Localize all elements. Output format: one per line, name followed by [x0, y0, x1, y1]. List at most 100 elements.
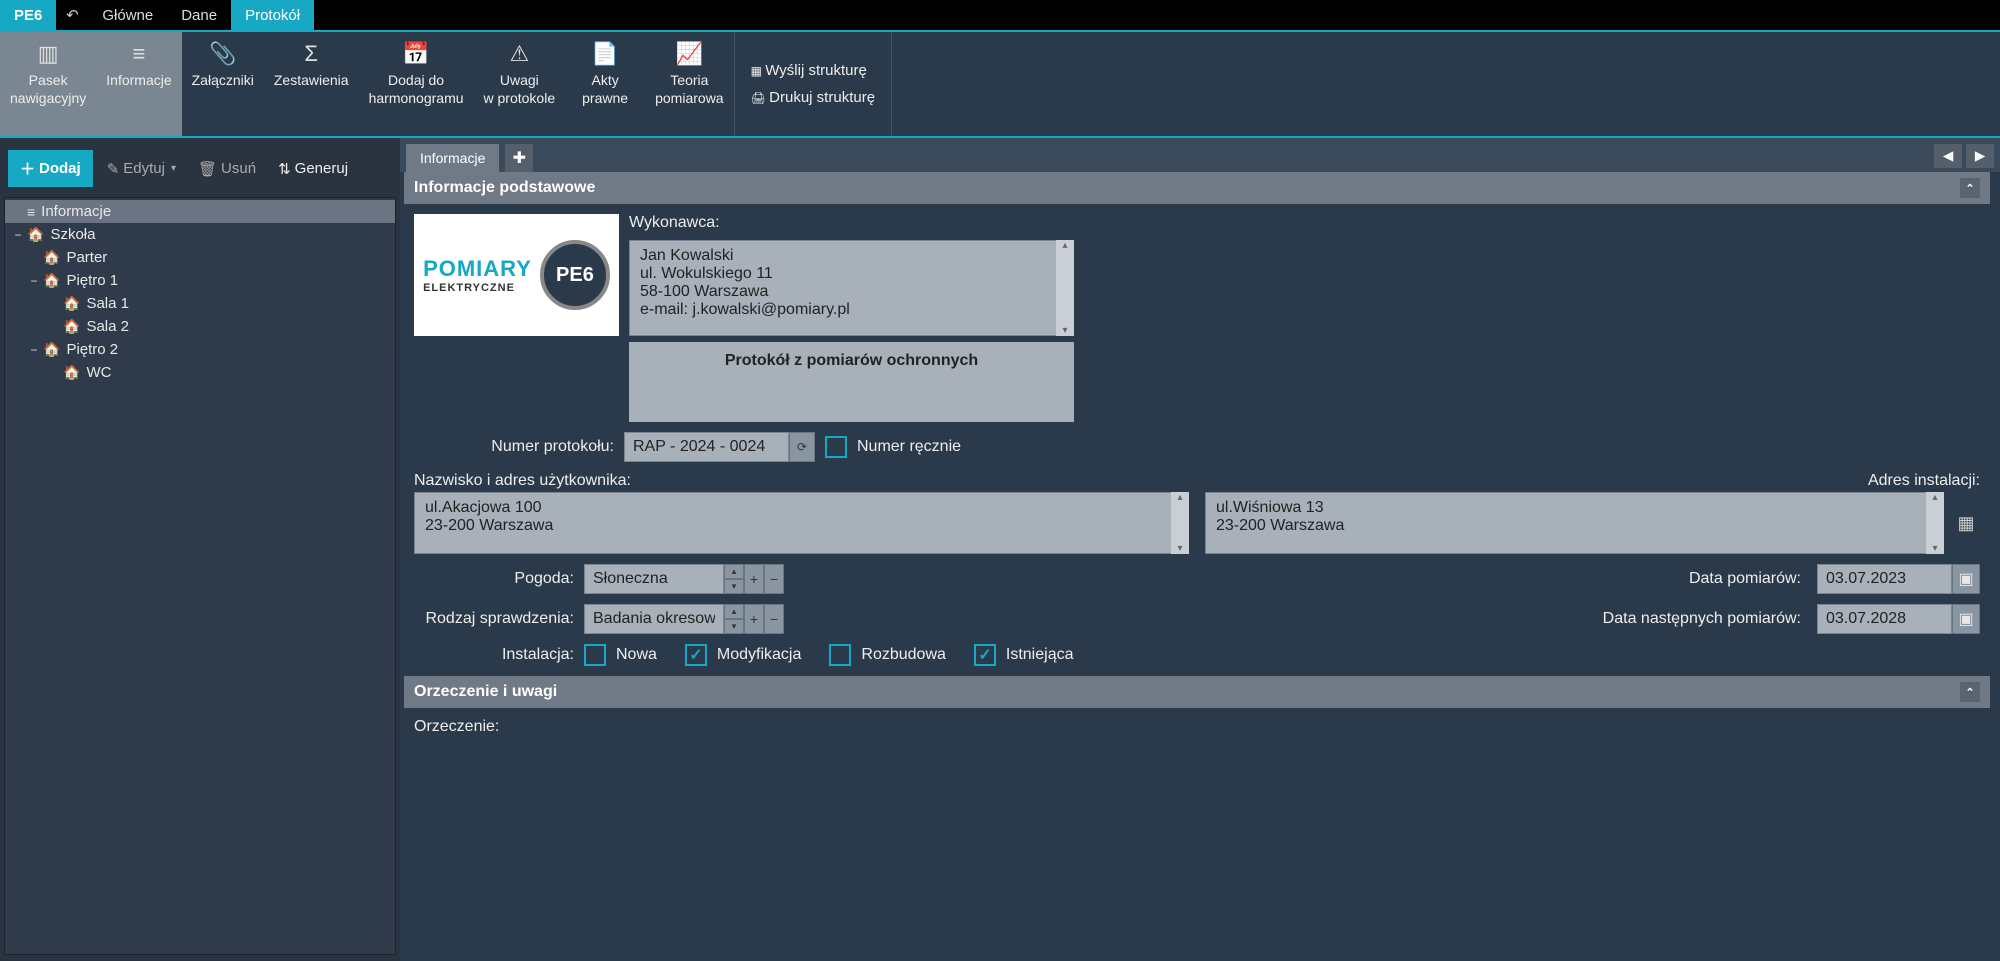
ribbon-summaries[interactable]: Σ Zestawienia	[264, 32, 359, 136]
tree-node-info[interactable]: ≡ Informacje	[5, 200, 395, 223]
ribbon-legal[interactable]: 📄 Akty prawne	[565, 32, 645, 136]
next-date-label: Data następnych pomiarów:	[794, 610, 1801, 628]
sigma-icon: Σ	[304, 40, 318, 68]
ribbon-send-structure[interactable]: Wyślij strukturę	[751, 62, 875, 79]
next-date-input[interactable]	[1817, 604, 1952, 634]
menu-data[interactable]: Dane	[167, 0, 231, 30]
dropdown-up[interactable]: ▴	[724, 564, 744, 579]
weather-select[interactable]	[584, 564, 724, 594]
scrollbar[interactable]: ▴▾	[1056, 240, 1074, 336]
tree-label: WC	[86, 364, 111, 381]
ribbon-notes[interactable]: ⚠ Uwagi w protokole	[474, 32, 566, 136]
dropdown-up[interactable]: ▴	[724, 604, 744, 619]
dropdown-down[interactable]: ▾	[724, 619, 744, 634]
check-type-label: Rodzaj sprawdzenia:	[414, 610, 574, 628]
weather-label: Pogoda:	[414, 570, 574, 588]
tree-label: Szkoła	[50, 226, 95, 243]
install-addr-textarea[interactable]: ul.Wiśniowa 13 23-200 Warszawa	[1205, 492, 1944, 554]
logo-line1: POMIARY	[423, 256, 532, 282]
collapse-button[interactable]: ⌃	[1960, 178, 1980, 198]
ribbon-summaries-label: Zestawienia	[274, 72, 349, 90]
ribbon-theory[interactable]: 📈 Teoria pomiarowa	[645, 32, 733, 136]
grid-button[interactable]: ▦	[1952, 492, 1980, 554]
install-addr-label: Adres instalacji:	[1205, 472, 1980, 490]
checktype-plus[interactable]: +	[744, 604, 764, 634]
weather-minus[interactable]: −	[764, 564, 784, 594]
home-icon: 🏠	[43, 249, 60, 266]
paperclip-icon: 📎	[209, 40, 236, 68]
list-icon: ≡	[133, 40, 146, 68]
delete-button[interactable]: 🗑 Usuń	[190, 156, 264, 182]
tab-prev[interactable]: ◀	[1934, 144, 1962, 168]
checktype-minus[interactable]: −	[764, 604, 784, 634]
tree-label: Informacje	[41, 203, 111, 220]
menu-protocol[interactable]: Protokół	[231, 0, 314, 30]
ribbon-theory-label: Teoria pomiarowa	[655, 72, 723, 107]
list-icon: ≡	[27, 204, 35, 220]
tree-node-room2[interactable]: 🏠Sala 2	[5, 315, 395, 338]
warning-icon: ⚠	[509, 40, 529, 68]
contractor-label: Wykonawca:	[629, 214, 1074, 232]
tree-node-parter[interactable]: 🏠Parter	[5, 246, 395, 269]
tree-label: Sala 1	[86, 295, 129, 312]
tab-add[interactable]: ✚	[505, 144, 533, 172]
tree-node-floor2[interactable]: −🏠Piętro 2	[5, 338, 395, 361]
manual-no-checkbox[interactable]	[825, 436, 847, 458]
section-basic-info-header: Informacje podstawowe ⌃	[404, 172, 1990, 204]
calendar-button[interactable]: ▣	[1952, 604, 1980, 634]
inst-new-checkbox[interactable]	[584, 644, 606, 666]
app-logo: PE6	[0, 0, 56, 30]
ribbon-info[interactable]: ≡ Informacje	[96, 32, 181, 136]
add-label: Dodaj	[39, 160, 81, 177]
scrollbar[interactable]: ▴▾	[1171, 492, 1189, 554]
inst-mod-label: Modyfikacja	[717, 646, 801, 664]
inst-exist-checkbox[interactable]: ✓	[974, 644, 996, 666]
protocol-no-input[interactable]	[624, 432, 789, 462]
tree-node-floor1[interactable]: −🏠Piętro 1	[5, 269, 395, 292]
weather-plus[interactable]: +	[744, 564, 764, 594]
logo-line2: ELEKTRYCZNE	[423, 282, 532, 294]
edit-button[interactable]: ✎ Edytuj▾	[99, 156, 184, 182]
calendar-button[interactable]: ▣	[1952, 564, 1980, 594]
ribbon-add-schedule[interactable]: 📅 Dodaj do harmonogramu	[359, 32, 474, 136]
tab-next[interactable]: ▶	[1966, 144, 1994, 168]
tree-label: Sala 2	[86, 318, 129, 335]
company-logo: POMIARY ELEKTRYCZNE PE6	[414, 214, 619, 336]
inst-ext-label: Rozbudowa	[861, 646, 946, 664]
content-scroll[interactable]: Informacje podstawowe ⌃ POMIARY ELEKTRYC…	[400, 172, 2000, 961]
ribbon-attachments[interactable]: 📎 Załączniki	[182, 32, 264, 136]
tree-node-room1[interactable]: 🏠Sala 1	[5, 292, 395, 315]
add-button[interactable]: ＋Dodaj	[8, 150, 93, 187]
contractor-textarea[interactable]: Jan Kowalski ul. Wokulskiego 11 58-100 W…	[629, 240, 1074, 336]
menu-main[interactable]: Główne	[88, 0, 167, 30]
ribbon-print-structure[interactable]: Drukuj strukturę	[751, 89, 875, 106]
tab-info[interactable]: Informacje	[406, 144, 499, 172]
inst-mod-checkbox[interactable]: ✓	[685, 644, 707, 666]
generate-label: Generuj	[295, 160, 348, 177]
installation-label: Instalacja:	[414, 646, 574, 664]
ribbon-legal-label: Akty prawne	[582, 72, 628, 107]
section-title: Informacje podstawowe	[414, 179, 595, 197]
inst-ext-checkbox[interactable]	[829, 644, 851, 666]
scrollbar[interactable]: ▴▾	[1926, 492, 1944, 554]
home-icon: 🏠	[43, 341, 60, 358]
ribbon-notes-label: Uwagi w protokole	[484, 72, 556, 107]
edit-label: Edytuj	[123, 160, 165, 177]
tree-node-school[interactable]: −🏠Szkoła	[5, 223, 395, 246]
collapse-button[interactable]: ⌃	[1960, 682, 1980, 702]
protocol-title-box[interactable]: Protokół z pomiarów ochronnych	[629, 342, 1074, 422]
ribbon-nav-label: Pasek nawigacyjny	[10, 72, 86, 107]
home-icon: 🏠	[63, 364, 80, 381]
undo-button[interactable]: ↶	[56, 0, 88, 30]
tabstrip: Informacje ✚ ◀ ▶	[400, 138, 2000, 172]
check-type-select[interactable]	[584, 604, 724, 634]
generate-button[interactable]: ⇅ Generuj	[270, 156, 356, 182]
structure-tree[interactable]: ≡Informacje −🏠Szkoła 🏠Parter −🏠Piętro 1 …	[4, 197, 396, 955]
dropdown-down[interactable]: ▾	[724, 579, 744, 594]
user-addr-textarea[interactable]: ul.Akacjowa 100 23-200 Warszawa	[414, 492, 1189, 554]
refresh-button[interactable]: ⟳	[789, 432, 815, 462]
ribbon-nav-panel[interactable]: ▥ Pasek nawigacyjny	[0, 32, 96, 136]
tree-node-wc[interactable]: 🏠 WC	[5, 361, 395, 384]
panel-icon: ▥	[38, 40, 59, 68]
date-input[interactable]	[1817, 564, 1952, 594]
